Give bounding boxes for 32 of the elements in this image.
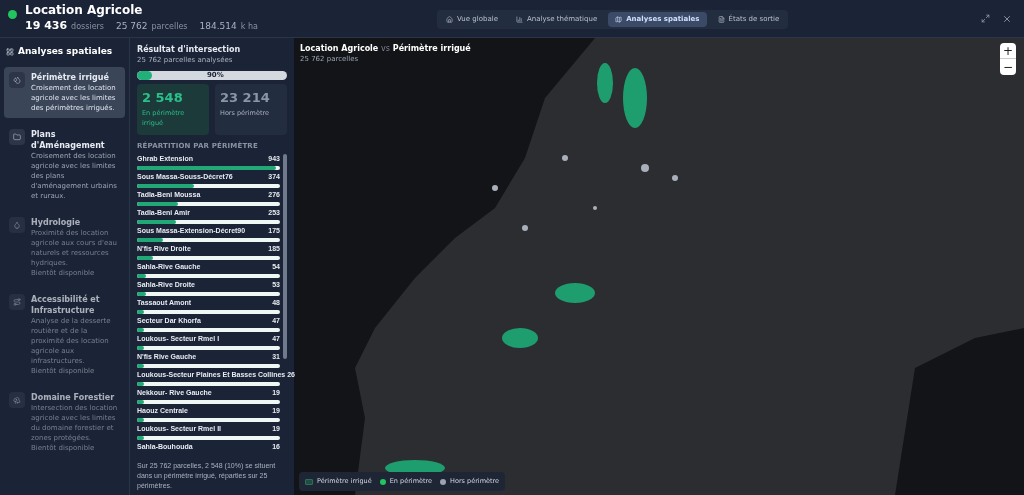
stat-value: 19 436: [25, 18, 68, 35]
app-title: Location Agricole: [25, 2, 144, 19]
item-title: Domaine Forestier: [31, 391, 116, 403]
stat-value: 184.514: [199, 20, 237, 34]
stat-unit: dossiers: [71, 21, 105, 34]
folder-icon: [13, 132, 21, 141]
route-icon: [13, 297, 21, 306]
stat-value: 25 762: [116, 20, 148, 34]
item-title: Hydrologie: [31, 216, 82, 228]
item-title: Accessibilité et Infrastructure: [31, 293, 101, 316]
close-icon[interactable]: [1002, 13, 1012, 24]
grid-icon: [6, 47, 14, 56]
panel-title: Résultat d'intersection: [137, 44, 242, 55]
fullscreen-icon[interactable]: [981, 13, 990, 23]
map-title: Location Agricole vs Périmètre irrigué: [300, 43, 471, 54]
card-value: 2 548: [142, 90, 184, 106]
map-icon: [615, 16, 623, 23]
scroll-thumb[interactable]: [283, 154, 287, 359]
sidebar-title: Analyses spatiales: [18, 45, 113, 58]
home-icon: [446, 16, 453, 23]
trees-icon: [13, 395, 21, 404]
stat-unit: k ha: [240, 21, 258, 34]
droplets-icon: [13, 75, 21, 84]
item-title: Plans d'Aménagement: [31, 128, 106, 151]
drop-icon: [13, 220, 21, 229]
card-value: 23 214: [220, 90, 271, 106]
item-title: Périmètre irrigué: [31, 71, 110, 83]
chart-icon: [515, 16, 523, 23]
zoom-in-button[interactable]: +: [1000, 43, 1016, 59]
zoom-out-button[interactable]: −: [1000, 59, 1016, 75]
stat-unit: parcelles: [151, 21, 188, 34]
document-icon: [717, 16, 725, 23]
